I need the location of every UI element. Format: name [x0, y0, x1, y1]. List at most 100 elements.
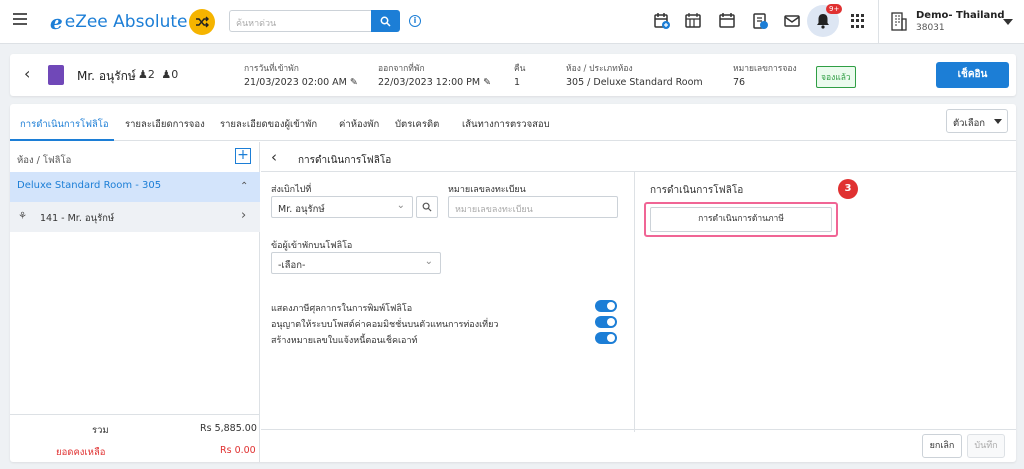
child-icon: ♟ [161, 68, 172, 81]
folio-item-label: 141 - Mr. อนุรักษ์ [40, 213, 115, 224]
save-button[interactable]: บันทึก [967, 434, 1005, 458]
pax-count: ♟2 ♟0 [138, 68, 178, 81]
edit-departure-icon[interactable]: ✎ [483, 77, 491, 88]
tab-folio-operations[interactable]: การดำเนินการโฟลิโอ [20, 117, 109, 132]
folio-settings-form: ส่งเบิกไปที่ Mr. อนุรักษ์ ⌄ หมายเลขลงทะเ… [261, 172, 635, 432]
search-input[interactable]: ค้นหาด่วน [229, 10, 371, 32]
room-label: ห้อง / ประเภทห้อง [566, 64, 633, 74]
chevron-up-icon[interactable]: ⌃ [240, 181, 248, 192]
divider [878, 0, 879, 44]
toggle-switch[interactable] [595, 332, 617, 344]
nights-info: คืน 1 [514, 61, 526, 88]
folio-sidebar-header: ห้อง / โฟลิโอ + [10, 142, 260, 172]
reservation-number-info: หมายเลขการจอง 76 [733, 61, 797, 88]
reservation-number-value: 76 [733, 77, 746, 88]
chevron-down-icon: ⌄ [424, 256, 433, 267]
send-to-label: ส่งเบิกไปที่ [271, 185, 312, 195]
chevron-down-icon [994, 119, 1002, 124]
tab-guest-details[interactable]: รายละเอียดของผู้เข้าพัก [220, 117, 317, 132]
search-button[interactable] [371, 10, 400, 32]
bell-icon [817, 14, 829, 29]
logo[interactable]: e eZee Absolute [50, 10, 187, 34]
calendar-add-icon[interactable] [653, 12, 671, 30]
back-icon[interactable]: ‹ [24, 66, 30, 82]
toggle-switch[interactable] [595, 300, 617, 312]
departure-value: 22/03/2023 12:00 PM [378, 77, 481, 88]
tab-credit-card[interactable]: บัตรเครดิต [395, 117, 439, 132]
form-footer: ยกเลิก บันทึก [261, 429, 1016, 462]
building-icon [891, 12, 907, 31]
main-panel: การดำเนินการโฟลิโอ รายละเอียดการจอง รายล… [10, 104, 1016, 462]
calendar-grid-icon[interactable] [684, 12, 702, 30]
balance-label: ยอดคงเหลือ [56, 447, 106, 458]
chevron-right-icon: › [241, 208, 247, 223]
content-header: ‹ การดำเนินการโฟลิโอ [261, 142, 1016, 172]
room-item[interactable]: Deluxe Standard Room - 305 ⌃ [10, 172, 260, 202]
apps-grid-icon[interactable] [851, 14, 865, 28]
toggle-switch[interactable] [595, 316, 617, 328]
property-name[interactable]: Demo- Thailand [916, 10, 1005, 21]
tab-audit-trail[interactable]: เส้นทางการตรวจสอบ [462, 117, 550, 132]
balance-value: Rs 0.00 [220, 445, 256, 456]
folio-sidebar-title: ห้อง / โฟลิโอ [17, 155, 72, 166]
folio-totals: รวม Rs 5,885.00 ยอดคงเหลือ Rs 0.00 [10, 414, 260, 462]
guest-folio-label: ข้อผู้เข้าพักบนโฟลิโอ [271, 241, 353, 251]
add-folio-icon[interactable]: + [235, 148, 251, 164]
folio-tree-icon: ⚘ [18, 211, 27, 222]
guest-card-icon [48, 65, 64, 85]
info-icon[interactable]: i [409, 15, 421, 27]
search-guest-button[interactable] [416, 196, 438, 218]
notification-badge: 9+ [826, 4, 843, 14]
options-label: ตัวเลือก [953, 118, 986, 129]
toggle-row: สร้างหมายเลขใบแจ้งหนี้ตอนเช็คเอาท์ [271, 332, 621, 346]
child-count: 0 [171, 68, 179, 81]
chevron-down-icon: ⌄ [396, 200, 405, 211]
room-value: 305 / Deluxe Standard Room [566, 77, 703, 88]
toggle-label: แสดงภาษีศุลกากรในการพิมพ์โฟลิโอ [271, 304, 413, 314]
tab-room-charges[interactable]: ค่าห้องพัก [339, 117, 379, 132]
guest-folio-value: -เลือก- [278, 260, 306, 271]
adult-count: 2 [147, 68, 155, 81]
options-button[interactable]: ตัวเลือก [946, 109, 1008, 133]
content-title: การดำเนินการโฟลิโอ [298, 155, 392, 166]
folio-item[interactable]: ⚘ 141 - Mr. อนุรักษ์ › [10, 202, 260, 232]
folio-operations-panel: การดำเนินการโฟลิโอ การดำเนินการด้านภาษี … [636, 172, 1016, 432]
total-label: รวม [92, 425, 109, 436]
adult-icon: ♟ [138, 68, 148, 81]
shuffle-icon[interactable] [189, 9, 215, 35]
nights-value: 1 [514, 77, 521, 88]
arrival-value: 21/03/2023 02:00 AM [244, 77, 347, 88]
guest-name[interactable]: Mr. อนุรักษ์ [77, 67, 136, 86]
registration-label: หมายเลขลงทะเบียน [448, 185, 526, 195]
cancel-button[interactable]: ยกเลิก [922, 434, 962, 458]
arrival-label: การวันที่เข้าพัก [244, 64, 299, 74]
invoice-icon[interactable] [751, 12, 769, 30]
calendar-icon[interactable] [718, 12, 736, 30]
arrival-info: การวันที่เข้าพัก 21/03/2023 02:00 AM ✎ [244, 61, 358, 88]
registration-input[interactable]: หมายเลขลงทะเบียน [448, 196, 618, 218]
property-dropdown-icon[interactable] [1003, 19, 1013, 25]
menu-icon[interactable] [13, 13, 27, 25]
toggle-row: อนุญาตให้ระบบโพสต์ค่าคอมมิชชั่นบนตัวแทนก… [271, 316, 621, 330]
departure-info: ออกจากที่พัก 22/03/2023 12:00 PM ✎ [378, 61, 491, 88]
departure-label: ออกจากที่พัก [378, 64, 425, 74]
guest-folio-select[interactable]: -เลือก- ⌄ [271, 252, 441, 274]
tab-reservation-details[interactable]: รายละเอียดการจอง [125, 117, 205, 132]
top-bar: e eZee Absolute ค้นหาด่วน i 9+ Demo- Tha… [0, 0, 1024, 44]
status-badge: จองแล้ว [816, 66, 856, 88]
active-tab-indicator [10, 139, 114, 141]
edit-arrival-icon[interactable]: ✎ [350, 77, 358, 88]
back-icon[interactable]: ‹ [271, 148, 277, 166]
logo-mark: e [50, 10, 63, 34]
folio-sidebar: ห้อง / โฟลิโอ + Deluxe Standard Room - 3… [10, 142, 260, 462]
room-info: ห้อง / ประเภทห้อง 305 / Deluxe Standard … [566, 61, 703, 88]
property-code: 38031 [916, 23, 945, 33]
operations-title: การดำเนินการโฟลิโอ [650, 185, 744, 196]
send-to-select[interactable]: Mr. อนุรักษ์ ⌄ [271, 196, 413, 218]
checkin-button[interactable]: เช็คอิน [936, 62, 1009, 88]
mail-icon[interactable] [783, 12, 801, 30]
logo-text: eZee Absolute [64, 12, 188, 32]
search-icon [380, 16, 391, 27]
toggle-row: แสดงภาษีศุลกากรในการพิมพ์โฟลิโอ [271, 300, 621, 314]
tax-operations-button[interactable]: การดำเนินการด้านภาษี [650, 207, 832, 232]
